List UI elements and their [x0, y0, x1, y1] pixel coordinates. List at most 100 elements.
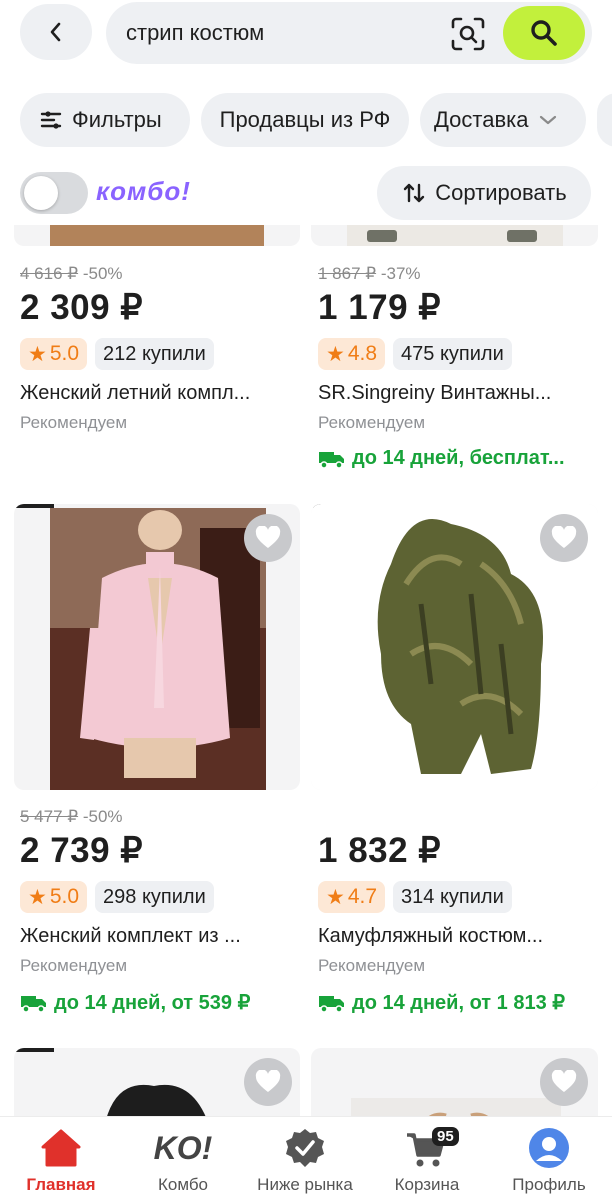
truck-icon: [21, 995, 46, 1013]
rating-value: 4.7: [347, 885, 378, 908]
image-progress: [14, 504, 54, 508]
rating-badge: ★ 5.0: [20, 338, 88, 370]
rating-badge: ★ 5.0: [20, 881, 88, 913]
bought-count: 475 купили: [393, 338, 512, 370]
recommend-label: Рекомендуем: [318, 956, 426, 975]
avatar-icon: [529, 1128, 569, 1168]
nav-cart-label: Корзина: [394, 1175, 460, 1194]
nav-cart[interactable]: 95 Корзина: [366, 1127, 488, 1195]
delivery-chip[interactable]: Доставка: [420, 93, 586, 147]
product-photo: [50, 508, 266, 790]
sort-icon: [404, 183, 425, 203]
product-title[interactable]: Женский комплект из ...: [20, 925, 305, 948]
product-card[interactable]: 5 477 ₽ -50% 2 739 ₽ ★ 5.0 298 купили Жен…: [20, 807, 305, 1015]
sellers-rf-label: Продавцы из РФ: [219, 107, 391, 132]
kombo-logo-icon: KO!: [153, 1130, 213, 1166]
sellers-rf-chip[interactable]: Продавцы из РФ: [201, 93, 409, 147]
heart-icon: [255, 1070, 281, 1092]
verified-badge-icon: [286, 1129, 324, 1167]
top-bar: стрип костюм Фильтры Продавцы из РФ Дост…: [0, 0, 612, 225]
rating-value: 5.0: [49, 342, 80, 365]
nav-home[interactable]: Главная: [0, 1127, 122, 1195]
favorite-button[interactable]: [244, 514, 292, 562]
truck-icon: [319, 995, 344, 1013]
chevron-down-icon: [540, 115, 557, 125]
nav-profile-label: Профиль: [512, 1175, 586, 1194]
old-price-row: 4 616 ₽ -50%: [20, 264, 305, 286]
product-card[interactable]: 4 616 ₽ -50% 2 309 ₽ ★ 5.0 212 купили Жен…: [20, 264, 305, 433]
discount: -37%: [380, 264, 421, 283]
nav-below-market-label: Ниже рынка: [257, 1175, 353, 1194]
search-input[interactable]: стрип костюм: [126, 20, 264, 46]
old-price: 5 477 ₽: [20, 807, 79, 826]
favorite-button[interactable]: [540, 1058, 588, 1106]
search-icon: [531, 20, 557, 46]
star-icon: ★: [326, 342, 345, 366]
rating-value: 5.0: [49, 885, 80, 908]
delivery-label: Доставка: [434, 107, 529, 132]
bottom-nav: Главная KO! Комбо Ниже рынка 95 Корзина …: [0, 1116, 612, 1200]
price: 2 739 ₽: [20, 831, 144, 870]
sort-button[interactable]: Сортировать: [377, 166, 591, 220]
delivery-info: до 14 дней, от 1 813 ₽: [318, 990, 603, 1015]
filters-icon: [40, 111, 62, 129]
product-title[interactable]: Женский летний компл...: [20, 382, 305, 405]
cart-count-badge: 95: [432, 1127, 459, 1146]
heart-icon: [551, 1070, 577, 1092]
product-card[interactable]: 1 867 ₽ -37% 1 179 ₽ ★ 4.8 475 купили SR.…: [318, 264, 603, 470]
filter-chips: Фильтры Продавцы из РФ Доставка: [0, 93, 612, 147]
recommend-label: Рекомендуем: [20, 956, 128, 975]
sort-label: Сортировать: [435, 180, 567, 205]
delivery-text: до 14 дней, от 1 813 ₽: [352, 992, 565, 1014]
kombo-toggle[interactable]: [20, 172, 88, 214]
nav-profile[interactable]: Профиль: [488, 1127, 610, 1195]
product-image[interactable]: [14, 504, 300, 790]
discount: -50%: [82, 264, 123, 283]
recommend-label: Рекомендуем: [20, 413, 128, 432]
star-icon: ★: [28, 885, 47, 909]
search-button[interactable]: [503, 6, 585, 60]
product-card[interactable]: 1 832 ₽ ★ 4.7 314 купили Камуфляжный кост…: [318, 807, 603, 1015]
nav-below-market[interactable]: Ниже рынка: [244, 1127, 366, 1195]
filters-chip[interactable]: Фильтры: [20, 93, 190, 147]
filters-label: Фильтры: [72, 107, 162, 132]
old-price-row: [318, 807, 603, 829]
rating-value: 4.8: [347, 342, 378, 365]
favorite-button[interactable]: [244, 1058, 292, 1106]
heart-icon: [551, 526, 577, 548]
product-image[interactable]: [311, 504, 598, 790]
chevron-left-icon: [50, 22, 61, 42]
nav-kombo-label: Комбо: [157, 1175, 209, 1194]
search-field[interactable]: стрип костюм: [106, 2, 592, 64]
bought-count: 298 купили: [95, 881, 214, 913]
old-price-row: 1 867 ₽ -37%: [318, 264, 603, 286]
back-button[interactable]: [20, 4, 92, 60]
discount: -50%: [82, 807, 123, 826]
favorite-button[interactable]: [540, 514, 588, 562]
truck-icon: [319, 451, 344, 469]
more-chip[interactable]: [597, 93, 612, 147]
delivery-text: до 14 дней, бесплат...: [352, 447, 565, 469]
old-price-row: 5 477 ₽ -50%: [20, 807, 305, 829]
home-icon: [41, 1129, 81, 1167]
image-search-button[interactable]: [448, 14, 488, 54]
star-icon: ★: [28, 342, 47, 366]
bought-count: 212 купили: [95, 338, 214, 370]
rating-badge: ★ 4.8: [318, 338, 386, 370]
nav-kombo[interactable]: KO! Комбо: [122, 1127, 244, 1195]
star-icon: ★: [326, 885, 345, 909]
old-price: 1 867 ₽: [318, 264, 377, 283]
delivery-text: до 14 дней, от 539 ₽: [54, 992, 251, 1014]
product-title[interactable]: Камуфляжный костюм...: [318, 925, 603, 948]
heart-icon: [255, 526, 281, 548]
toggle-knob: [24, 176, 58, 210]
product-title[interactable]: SR.Singreiny Винтажны...: [318, 382, 603, 405]
recommend-label: Рекомендуем: [318, 413, 426, 432]
rating-badge: ★ 4.7: [318, 881, 386, 913]
bought-count: 314 купили: [393, 881, 512, 913]
image-search-icon: [451, 17, 485, 51]
delivery-info: до 14 дней, бесплат...: [318, 447, 603, 470]
price: 2 309 ₽: [20, 288, 144, 327]
delivery-info: до 14 дней, от 539 ₽: [20, 990, 305, 1015]
old-price: 4 616 ₽: [20, 264, 79, 283]
